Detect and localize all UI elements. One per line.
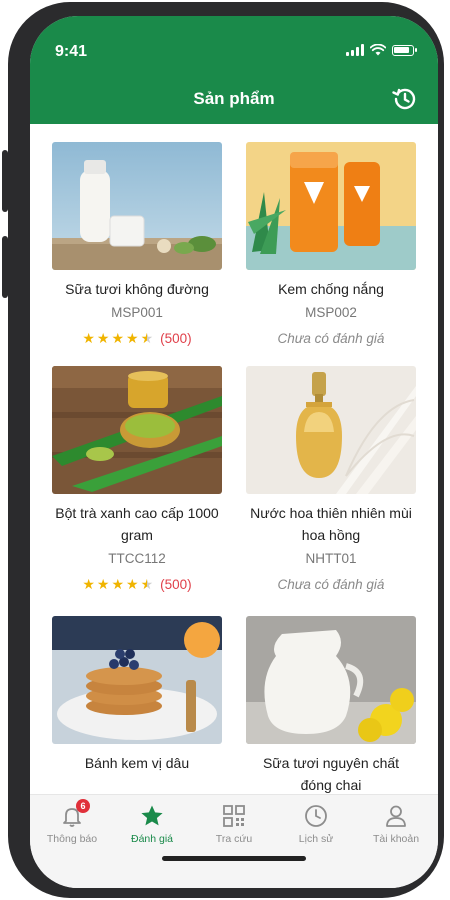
product-image-fresh-milk xyxy=(246,616,416,744)
nav-label: Tra cứu xyxy=(215,833,253,845)
product-image-matcha xyxy=(52,366,222,494)
product-list: Sữa tươi không đường MSP001 ★ ★ ★ ★ ★ (5… xyxy=(30,124,438,794)
product-name: Kem chống nắng xyxy=(278,281,384,297)
nav-item-reviews[interactable]: Đánh giá xyxy=(112,803,192,845)
status-time: 9:41 xyxy=(55,43,88,60)
star-icon: ★ xyxy=(82,330,95,346)
product-code: MSP002 xyxy=(305,305,357,320)
battery-icon xyxy=(392,44,417,56)
history-icon[interactable] xyxy=(392,86,418,112)
nav-item-account[interactable]: Tài khoản xyxy=(356,803,436,845)
bottom-nav: 6 Thông báo Đánh giá Tra cứu Lịch sử Tài… xyxy=(30,794,438,888)
product-code: TTCC112 xyxy=(108,551,166,566)
rating-count: (500) xyxy=(160,330,192,346)
nav-label: Lịch sử xyxy=(298,833,334,845)
star-icon: ★ xyxy=(82,576,95,592)
product-card[interactable]: Bột trà xanh cao cấp 1000 gram TTCC112 ★… xyxy=(52,366,222,594)
star-half-icon: ★ xyxy=(140,330,154,346)
product-image-perfume xyxy=(246,366,416,494)
product-image-milk xyxy=(52,142,222,270)
nav-item-notifications[interactable]: 6 Thông báo xyxy=(32,799,112,845)
star-icon: ★ xyxy=(111,576,125,592)
signal-icon xyxy=(346,44,364,56)
product-rating: Chưa có đánh giá xyxy=(246,574,416,594)
phone-frame: 9:41 Sản phẩm Sữa tươi không đường MSP00… xyxy=(8,2,444,898)
nav-item-lookup[interactable]: Tra cứu xyxy=(194,803,274,845)
star-icon: ★ xyxy=(126,330,139,346)
star-icon xyxy=(139,803,165,829)
nav-label: Tài khoản xyxy=(372,833,420,845)
star-half-icon: ★ xyxy=(140,576,154,592)
product-rating: ★ ★ ★ ★ ★ (500) xyxy=(52,328,222,348)
star-icon: ★ xyxy=(126,576,139,592)
no-rating-text: Chưa có đánh giá xyxy=(277,576,385,592)
app-header: 9:41 Sản phẩm xyxy=(30,16,438,124)
product-name: Bột trà xanh cao cấp 1000 gram xyxy=(55,505,219,543)
qr-icon xyxy=(221,803,247,829)
product-name: Nước hoa thiên nhiên mùi hoa hồng xyxy=(250,505,412,543)
product-rating: Chưa có đánh giá xyxy=(246,328,416,348)
star-icon: ★ xyxy=(111,330,125,346)
product-name: Sữa tươi nguyên chất đóng chai xyxy=(262,755,400,793)
product-card[interactable]: Kem chống nắng MSP002 Chưa có đánh giá xyxy=(246,142,416,348)
star-icon: ★ xyxy=(96,330,110,346)
product-card[interactable]: Nước hoa thiên nhiên mùi hoa hồng NHTT01… xyxy=(246,366,416,594)
wifi-icon xyxy=(370,44,386,56)
rating-count: (500) xyxy=(160,576,192,592)
star-icon: ★ xyxy=(96,576,110,592)
page-title: Sản phẩm xyxy=(193,89,275,108)
product-rating: ★ ★ ★ ★ ★ (500) xyxy=(52,574,222,594)
product-card[interactable]: Sữa tươi nguyên chất đóng chai xyxy=(246,616,416,794)
user-icon xyxy=(383,803,409,829)
bell-icon: 6 xyxy=(59,799,90,829)
product-image-sunscreen xyxy=(246,142,416,270)
status-bar: 9:41 xyxy=(30,16,438,86)
clock-icon xyxy=(303,803,329,829)
product-card[interactable]: Sữa tươi không đường MSP001 ★ ★ ★ ★ ★ (5… xyxy=(52,142,222,348)
product-name: Sữa tươi không đường xyxy=(65,281,209,297)
home-indicator xyxy=(162,856,306,861)
product-code: NHTT01 xyxy=(305,551,357,566)
product-card[interactable]: Bánh kem vị dâu xyxy=(52,616,222,774)
screen: 9:41 Sản phẩm Sữa tươi không đường MSP00… xyxy=(30,16,438,888)
nav-item-history[interactable]: Lịch sử xyxy=(276,803,356,845)
nav-label: Đánh giá xyxy=(130,833,174,845)
no-rating-text: Chưa có đánh giá xyxy=(277,330,385,346)
product-code: MSP001 xyxy=(111,305,163,320)
product-name: Bánh kem vị dâu xyxy=(84,755,190,771)
notification-badge: 6 xyxy=(76,799,90,813)
status-icons xyxy=(346,44,417,56)
product-image-pancake xyxy=(52,616,222,744)
nav-label: Thông báo xyxy=(46,833,98,845)
